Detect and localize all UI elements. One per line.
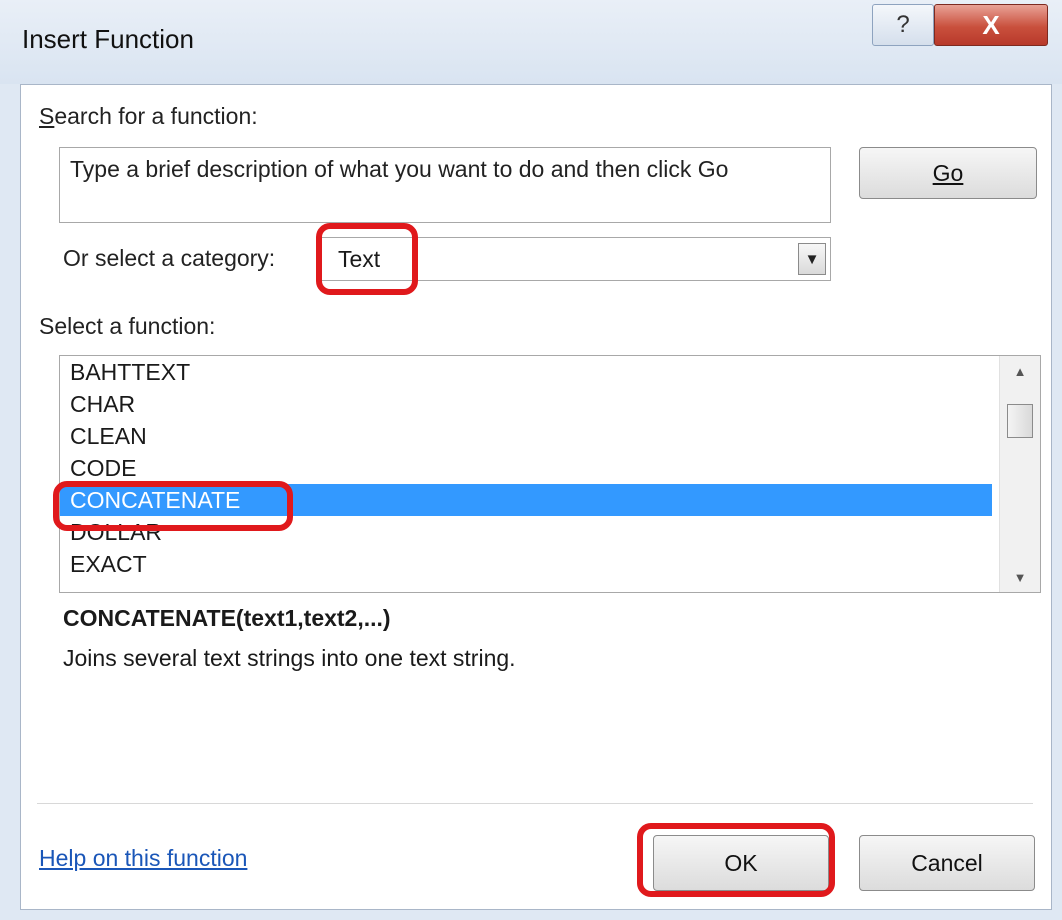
go-button[interactable]: Go bbox=[859, 147, 1037, 199]
title-bar: Insert Function ? X bbox=[0, 0, 1062, 84]
help-icon: ? bbox=[896, 11, 910, 38]
function-list[interactable]: BAHTTEXT CHAR CLEAN CODE CONCATENATE DOL… bbox=[59, 355, 1041, 593]
close-button[interactable]: X bbox=[934, 4, 1048, 46]
category-select[interactable]: Text ▼ bbox=[319, 237, 831, 281]
category-label: Or select a category: bbox=[63, 245, 276, 271]
list-item[interactable]: CHAR bbox=[60, 388, 992, 420]
help-on-function-link[interactable]: Help on this function bbox=[39, 845, 247, 872]
list-item-selected[interactable]: CONCATENATE bbox=[60, 484, 992, 516]
dialog-body: Search for a function: Type a brief desc… bbox=[20, 84, 1052, 910]
list-item[interactable]: BAHTTEXT bbox=[60, 356, 992, 388]
scroll-down-icon[interactable]: ▼ bbox=[1000, 562, 1040, 592]
ok-button-label: OK bbox=[724, 849, 758, 876]
close-icon: X bbox=[982, 9, 1000, 40]
dropdown-arrow-icon[interactable]: ▼ bbox=[798, 243, 826, 275]
function-list-label: Select a function: bbox=[39, 313, 216, 339]
list-item[interactable]: CODE bbox=[60, 452, 992, 484]
scrollbar-thumb[interactable] bbox=[1007, 404, 1033, 438]
vertical-scrollbar[interactable]: ▲ ▼ bbox=[999, 356, 1040, 592]
search-input[interactable]: Type a brief description of what you wan… bbox=[59, 147, 831, 223]
search-label: Search for a function: bbox=[39, 103, 258, 130]
list-item[interactable]: DOLLAR bbox=[60, 516, 992, 548]
function-description: Joins several text strings into one text… bbox=[63, 645, 516, 671]
search-label-rest: earch for a function: bbox=[54, 103, 258, 129]
scroll-up-icon[interactable]: ▲ bbox=[1000, 356, 1040, 386]
cancel-button[interactable]: Cancel bbox=[859, 835, 1035, 891]
list-item[interactable]: EXACT bbox=[60, 548, 992, 580]
list-item[interactable]: CLEAN bbox=[60, 420, 992, 452]
search-label-accesskey: S bbox=[39, 103, 55, 129]
help-button[interactable]: ? bbox=[872, 4, 934, 46]
divider bbox=[37, 803, 1033, 804]
category-value: Text bbox=[338, 246, 381, 272]
cancel-button-label: Cancel bbox=[911, 849, 983, 876]
dialog-title: Insert Function bbox=[22, 24, 194, 54]
go-button-label: Go bbox=[932, 159, 964, 186]
function-syntax: CONCATENATE(text1,text2,...) bbox=[63, 605, 391, 631]
ok-button[interactable]: OK bbox=[653, 835, 829, 891]
